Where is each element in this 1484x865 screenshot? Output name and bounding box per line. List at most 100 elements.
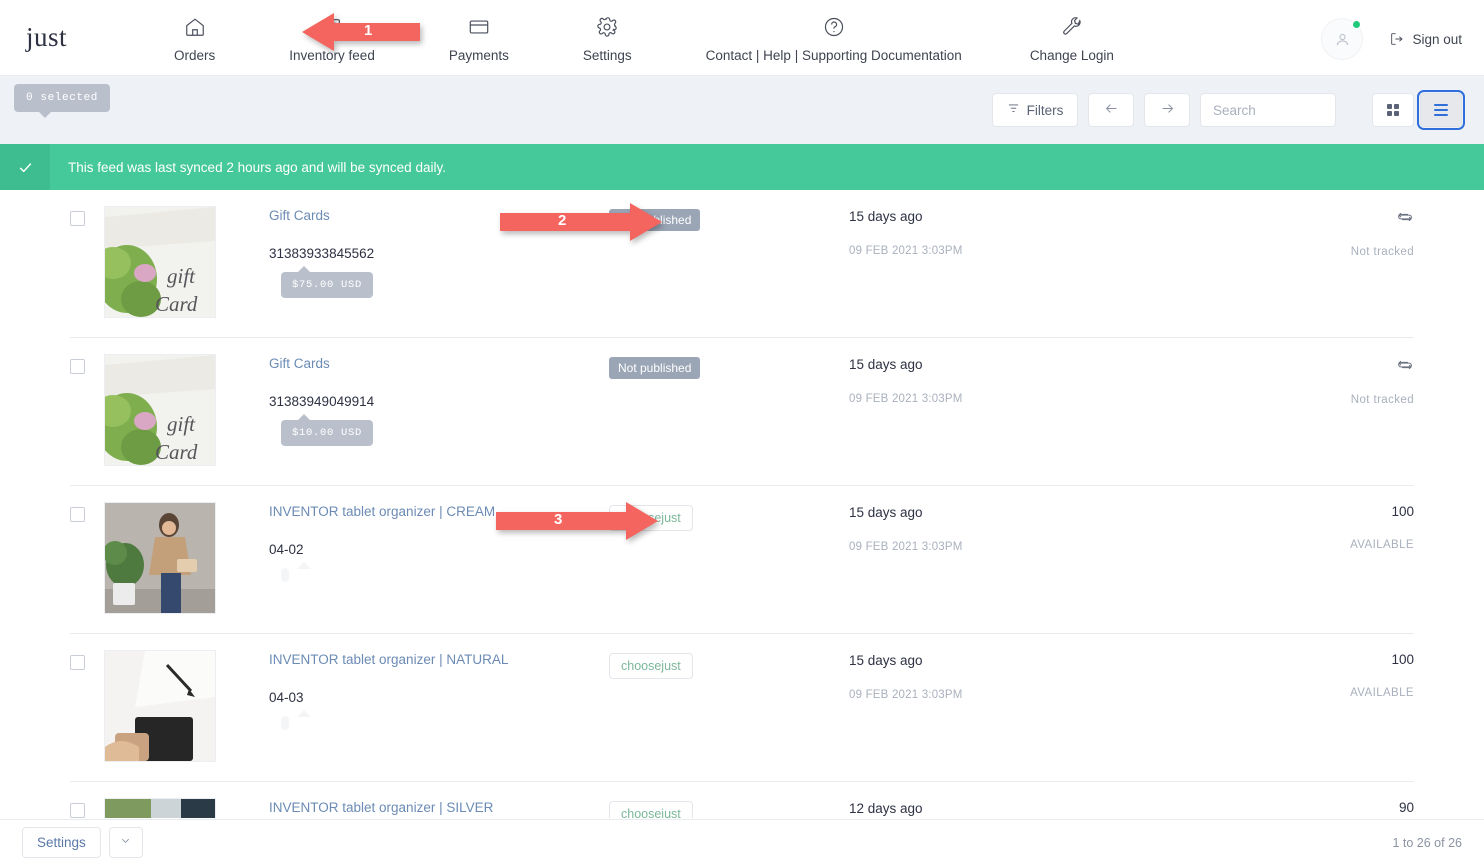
row-inventory-cell: 90 [1179, 798, 1414, 815]
nav-item-change-login[interactable]: Change Login [1016, 14, 1128, 63]
product-thumbnail[interactable]: gift Card [104, 354, 216, 466]
nav-item-contact-help[interactable]: Contact | Help | Supporting Documentatio… [692, 14, 976, 63]
grid-view-icon [1386, 103, 1400, 117]
nav-item-payments[interactable]: Payments [435, 14, 523, 63]
price-tooltip [281, 562, 311, 582]
row-inventory-cell: 100 AVAILABLE [1179, 502, 1414, 551]
table-row[interactable]: INVENTOR tablet organizer | NATURAL 04-0… [70, 634, 1414, 782]
app-header: just Orders Inventory feed Payments Sett… [0, 0, 1484, 76]
product-title-link[interactable]: Gift Cards [269, 355, 609, 373]
row-checkbox[interactable] [70, 803, 85, 818]
table-row[interactable]: gift Card Gift Cards 31383949049914 $10.… [70, 338, 1414, 486]
product-thumbnail[interactable] [104, 650, 216, 762]
product-title-link[interactable]: INVENTOR tablet organizer | SILVER [269, 799, 609, 817]
row-inventory-cell: Not tracked [1179, 354, 1414, 406]
sync-status-banner: This feed was last synced 2 hours ago an… [0, 144, 1484, 190]
row-status-cell: choosejust [609, 650, 849, 679]
status-badge [1351, 19, 1363, 30]
list-view-icon [1434, 103, 1448, 117]
nav-label-settings: Settings [582, 48, 632, 63]
nav-item-orders[interactable]: Orders [160, 14, 229, 63]
gear-icon [596, 14, 618, 40]
product-sku: 04-02 [269, 541, 304, 557]
inventory-count: 90 [1398, 800, 1414, 815]
pagination-summary: 1 to 26 of 26 [1392, 835, 1462, 850]
inventory-status: Not tracked [1350, 394, 1414, 406]
row-date-cell: 12 days ago [849, 798, 1179, 816]
svg-text:Card: Card [155, 292, 198, 316]
annotation-number-3: 3 [554, 511, 563, 528]
inventory-count: 100 [1391, 504, 1414, 519]
relative-date: 15 days ago [849, 653, 923, 668]
product-tag[interactable]: choosejust [609, 801, 693, 818]
prev-page-button[interactable] [1088, 93, 1134, 127]
annotation-number-2: 2 [558, 212, 567, 229]
product-sku: 31383949049914 [269, 393, 375, 409]
search-input[interactable] [1200, 93, 1336, 127]
avatar[interactable] [1321, 18, 1364, 60]
product-sku: 31383933845562 [269, 245, 375, 261]
sync-status-text: This feed was last synced 2 hours ago an… [68, 159, 446, 175]
row-checkbox[interactable] [70, 359, 85, 374]
row-select-cell [70, 798, 104, 818]
row-select-cell [70, 650, 104, 670]
annotation-number-1: 1 [364, 22, 373, 39]
row-status-cell: Not published [609, 354, 849, 379]
price-tooltip: $10.00 USD [281, 414, 374, 446]
product-thumbnail[interactable] [104, 798, 216, 818]
wrench-icon [1061, 14, 1083, 40]
table-row[interactable]: INVENTOR tablet organizer | SILVER choos… [70, 782, 1414, 818]
settings-dropdown-button[interactable] [108, 827, 143, 858]
table-row[interactable]: gift Card Gift Cards 31383933845562 $75.… [70, 190, 1414, 338]
question-circle-icon [823, 14, 845, 40]
annotation-arrow-1: 1 [302, 11, 420, 53]
sign-out-button[interactable]: Sign out [1389, 31, 1462, 47]
product-thumbnail[interactable] [104, 502, 216, 614]
row-info-cell: INVENTOR tablet organizer | SILVER [269, 798, 609, 818]
annotation-arrow-2: 2 [500, 201, 662, 243]
inventory-status: AVAILABLE [1350, 687, 1414, 699]
svg-text:gift: gift [167, 412, 196, 436]
absolute-timestamp: 09 FEB 2021 3:03PM [849, 245, 963, 257]
selected-count-tooltip: 0 selected [14, 84, 111, 118]
inventory-status: AVAILABLE [1350, 539, 1414, 551]
row-status-cell: choosejust [609, 798, 849, 818]
search-field-wrapper [1200, 93, 1338, 127]
main-nav: Orders Inventory feed Payments Settings … [120, 0, 1321, 63]
row-checkbox[interactable] [70, 655, 85, 670]
svg-text:gift: gift [167, 264, 196, 288]
row-checkbox[interactable] [70, 211, 85, 226]
nav-item-settings[interactable]: Settings [569, 14, 646, 63]
grid-view-button[interactable] [1372, 93, 1414, 127]
row-date-cell: 15 days ago 09 FEB 2021 3:03PM [849, 502, 1179, 553]
filters-label: Filters [1026, 102, 1064, 118]
relative-date: 15 days ago [849, 505, 923, 520]
inventory-feed-page: just Orders Inventory feed Payments Sett… [0, 0, 1484, 865]
next-page-button[interactable] [1144, 93, 1190, 127]
arrow-right-icon [1159, 100, 1176, 120]
nav-label-change-login: Change Login [1029, 48, 1114, 63]
row-thumbnail-cell [104, 502, 269, 614]
funnel-icon [1007, 102, 1020, 118]
filters-button[interactable]: Filters [992, 93, 1078, 127]
brand-logo[interactable]: just [0, 0, 120, 53]
product-list[interactable]: gift Card Gift Cards 31383933845562 $75.… [0, 190, 1484, 818]
arrow-left-icon [1103, 100, 1120, 120]
page-footer: Settings 1 to 26 of 26 [0, 819, 1484, 865]
list-view-button[interactable] [1417, 90, 1465, 130]
row-checkbox[interactable] [70, 507, 85, 522]
table-row[interactable]: INVENTOR tablet organizer | CREAM 04-02 … [70, 486, 1414, 634]
absolute-timestamp: 09 FEB 2021 3:03PM [849, 689, 963, 701]
annotation-arrow-3: 3 [496, 500, 658, 542]
product-tag[interactable]: choosejust [609, 653, 693, 679]
row-thumbnail-cell [104, 798, 269, 818]
inventory-count: 100 [1391, 652, 1414, 667]
row-info-cell: INVENTOR tablet organizer | NATURAL 04-0… [269, 650, 609, 730]
product-thumbnail[interactable]: gift Card [104, 206, 216, 318]
product-title-link[interactable]: INVENTOR tablet organizer | NATURAL [269, 651, 609, 669]
nav-label-payments: Payments [448, 48, 509, 63]
settings-button[interactable]: Settings [22, 827, 101, 858]
row-select-cell [70, 354, 104, 374]
row-thumbnail-cell [104, 650, 269, 762]
sign-out-label: Sign out [1412, 31, 1462, 47]
